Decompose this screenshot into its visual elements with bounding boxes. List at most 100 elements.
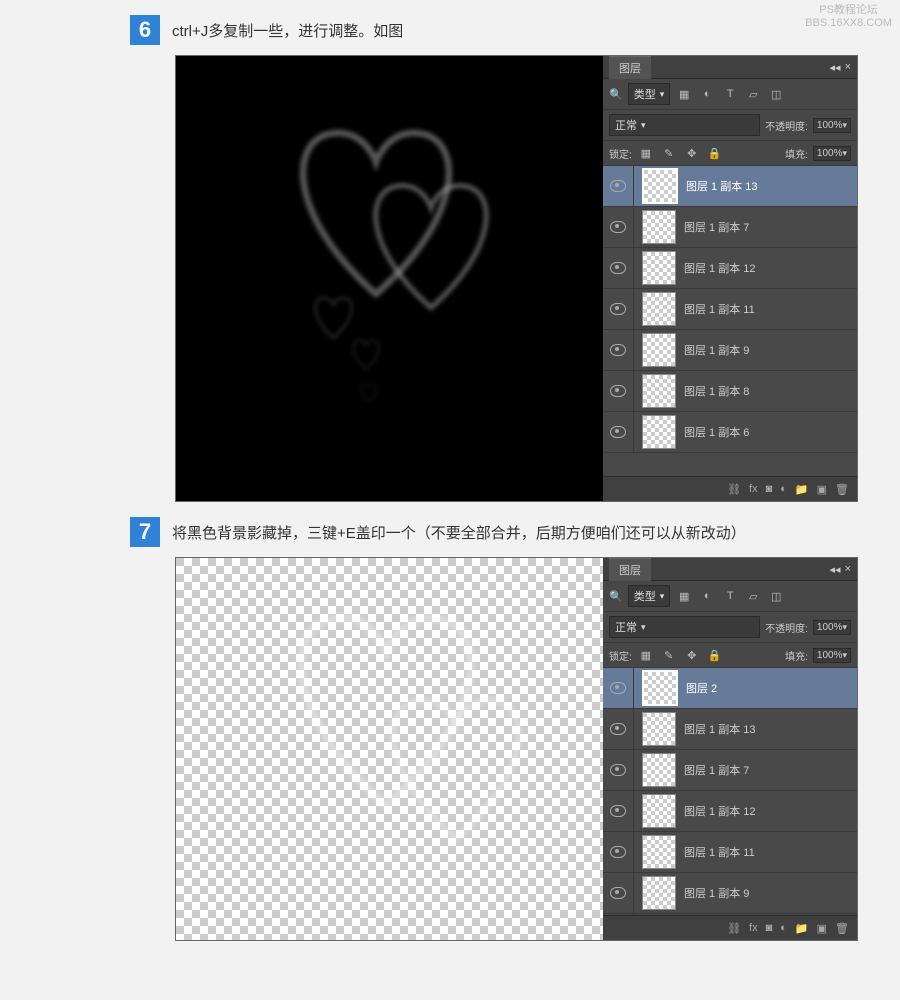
visibility-toggle[interactable] [603, 166, 634, 206]
visibility-toggle[interactable] [603, 832, 634, 872]
screenshot-7: 图层 ◂◂ × 🔍 类型▾ ▦ ◐ T ▱ ◫ 正常▾ 不透明度: 100%▾ … [175, 557, 858, 941]
opacity-label: 不透明度: [765, 620, 808, 635]
link-icon[interactable]: ⛓ [727, 483, 741, 496]
layer-item[interactable]: 图层 1 副本 12 [603, 248, 857, 289]
visibility-toggle[interactable] [603, 412, 634, 452]
visibility-toggle[interactable] [603, 371, 634, 411]
layer-item[interactable]: 图层 1 副本 7 [603, 207, 857, 248]
filter-dropdown[interactable]: 类型▾ [628, 83, 671, 105]
layer-item[interactable]: 图层 1 副本 12 [603, 791, 857, 832]
fx-icon[interactable]: fx [749, 922, 758, 934]
fill-input[interactable]: 100%▾ [813, 648, 851, 663]
fill-input[interactable]: 100%▾ [813, 146, 851, 161]
blend-mode-dropdown[interactable]: 正常▾ [609, 616, 760, 638]
visibility-toggle[interactable] [603, 330, 634, 370]
filter-smart-icon[interactable]: ◫ [767, 588, 785, 604]
opacity-input[interactable]: 100%▾ [813, 118, 851, 133]
visibility-toggle[interactable] [603, 791, 634, 831]
lock-position-icon[interactable]: ✥ [683, 145, 701, 161]
filter-adjust-icon[interactable]: ◐ [698, 86, 716, 102]
trash-icon[interactable]: 🗑 [835, 922, 849, 935]
lock-brush-icon[interactable]: ✎ [660, 647, 678, 663]
opacity-input[interactable]: 100%▾ [813, 620, 851, 635]
layer-item[interactable]: 图层 1 副本 6 [603, 412, 857, 453]
visibility-toggle[interactable] [603, 207, 634, 247]
link-icon[interactable]: ⛓ [727, 922, 741, 935]
filter-text-icon[interactable]: T [721, 86, 739, 102]
filter-pixel-icon[interactable]: ▦ [675, 86, 693, 102]
layer-thumbnail[interactable] [642, 374, 676, 408]
layer-name: 图层 1 副本 9 [684, 885, 749, 901]
canvas-7 [176, 558, 603, 940]
trash-icon[interactable]: 🗑 [835, 483, 849, 496]
layer-item[interactable]: 图层 1 副本 8 [603, 371, 857, 412]
lock-pixels-icon[interactable]: ▦ [637, 145, 655, 161]
panel-tab[interactable]: 图层 [609, 558, 651, 581]
filter-search-icon[interactable]: 🔍 [609, 88, 623, 101]
layer-thumbnail[interactable] [642, 670, 678, 706]
eye-icon [610, 180, 626, 192]
filter-pixel-icon[interactable]: ▦ [675, 588, 693, 604]
layer-thumbnail[interactable] [642, 292, 676, 326]
close-icon[interactable]: × [845, 61, 851, 74]
eye-icon [610, 221, 626, 233]
mask-icon[interactable]: ◙ [766, 922, 773, 934]
filter-shape-icon[interactable]: ▱ [744, 588, 762, 604]
lock-position-icon[interactable]: ✥ [683, 647, 701, 663]
filter-adjust-icon[interactable]: ◐ [698, 588, 716, 604]
canvas-6 [176, 56, 603, 501]
visibility-toggle[interactable] [603, 750, 634, 790]
filter-smart-icon[interactable]: ◫ [767, 86, 785, 102]
group-icon[interactable]: 📁 [795, 483, 809, 496]
panel-tab[interactable]: 图层 [609, 56, 651, 79]
lock-all-icon[interactable]: 🔒 [706, 145, 724, 161]
layer-thumbnail[interactable] [642, 876, 676, 910]
step-6: 6 ctrl+J多复制一些，进行调整。如图 [130, 15, 850, 45]
adjustment-icon[interactable]: ◐ [780, 483, 787, 495]
layer-thumbnail[interactable] [642, 168, 678, 204]
filter-search-icon[interactable]: 🔍 [609, 590, 623, 603]
collapse-icon[interactable]: ◂◂ [830, 563, 841, 576]
close-icon[interactable]: × [845, 563, 851, 576]
new-layer-icon[interactable]: ▣ [817, 922, 827, 935]
layer-item[interactable]: 图层 1 副本 7 [603, 750, 857, 791]
filter-dropdown[interactable]: 类型▾ [628, 585, 671, 607]
layer-name: 图层 1 副本 12 [684, 260, 756, 276]
layer-thumbnail[interactable] [642, 753, 676, 787]
new-layer-icon[interactable]: ▣ [817, 483, 827, 496]
visibility-toggle[interactable] [603, 668, 634, 708]
lock-all-icon[interactable]: 🔒 [706, 647, 724, 663]
layer-item[interactable]: 图层 1 副本 9 [603, 330, 857, 371]
lock-brush-icon[interactable]: ✎ [660, 145, 678, 161]
layer-item[interactable]: 图层 1 副本 13 [603, 166, 857, 207]
group-icon[interactable]: 📁 [795, 922, 809, 935]
blend-mode-dropdown[interactable]: 正常▾ [609, 114, 760, 136]
layer-item[interactable]: 图层 1 副本 9 [603, 873, 857, 914]
layer-thumbnail[interactable] [642, 712, 676, 746]
step-6-text: ctrl+J多复制一些，进行调整。如图 [172, 15, 403, 45]
layer-name: 图层 2 [686, 680, 717, 696]
adjustment-icon[interactable]: ◐ [780, 922, 787, 934]
layer-thumbnail[interactable] [642, 415, 676, 449]
layer-thumbnail[interactable] [642, 333, 676, 367]
fx-icon[interactable]: fx [749, 483, 758, 495]
layer-list: 图层 1 副本 13 图层 1 副本 7 图层 1 副本 12 图层 1 副本 … [603, 166, 857, 476]
layer-item[interactable]: 图层 1 副本 11 [603, 289, 857, 330]
eye-icon [610, 426, 626, 438]
layer-thumbnail[interactable] [642, 835, 676, 869]
filter-shape-icon[interactable]: ▱ [744, 86, 762, 102]
filter-text-icon[interactable]: T [721, 588, 739, 604]
layer-item[interactable]: 图层 1 副本 13 [603, 709, 857, 750]
visibility-toggle[interactable] [603, 873, 634, 913]
visibility-toggle[interactable] [603, 709, 634, 749]
mask-icon[interactable]: ◙ [766, 483, 773, 495]
visibility-toggle[interactable] [603, 248, 634, 288]
layer-thumbnail[interactable] [642, 794, 676, 828]
collapse-icon[interactable]: ◂◂ [830, 61, 841, 74]
lock-pixels-icon[interactable]: ▦ [637, 647, 655, 663]
layer-thumbnail[interactable] [642, 210, 676, 244]
layer-thumbnail[interactable] [642, 251, 676, 285]
layer-item[interactable]: 图层 1 副本 11 [603, 832, 857, 873]
visibility-toggle[interactable] [603, 289, 634, 329]
layer-item[interactable]: 图层 2 [603, 668, 857, 709]
